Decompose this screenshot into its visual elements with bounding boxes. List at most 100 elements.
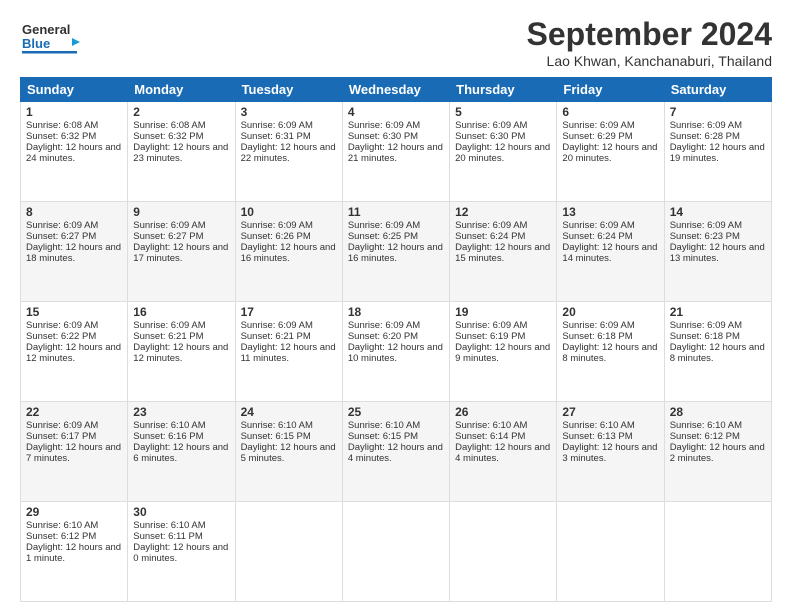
calendar-cell: 20Sunrise: 6:09 AMSunset: 6:18 PMDayligh… (557, 302, 664, 402)
weekday-header-monday: Monday (128, 78, 235, 102)
weekday-header-sunday: Sunday (21, 78, 128, 102)
sunrise-text: Sunrise: 6:08 AM (133, 120, 205, 131)
day-number: 30 (133, 505, 229, 519)
sunset-text: Sunset: 6:18 PM (670, 331, 740, 342)
month-year-title: September 2024 (527, 16, 772, 53)
daylight-text: Daylight: 12 hours and 15 minutes. (455, 242, 550, 264)
calendar-cell: 19Sunrise: 6:09 AMSunset: 6:19 PMDayligh… (450, 302, 557, 402)
day-number: 13 (562, 205, 658, 219)
day-number: 10 (241, 205, 337, 219)
calendar-cell: 1Sunrise: 6:08 AMSunset: 6:32 PMDaylight… (21, 102, 128, 202)
calendar-cell: 23Sunrise: 6:10 AMSunset: 6:16 PMDayligh… (128, 402, 235, 502)
sunset-text: Sunset: 6:21 PM (133, 331, 203, 342)
sunrise-text: Sunrise: 6:09 AM (455, 120, 527, 131)
calendar-cell: 8Sunrise: 6:09 AMSunset: 6:27 PMDaylight… (21, 202, 128, 302)
sunrise-text: Sunrise: 6:09 AM (670, 220, 742, 231)
sunset-text: Sunset: 6:29 PM (562, 131, 632, 142)
calendar-cell: 25Sunrise: 6:10 AMSunset: 6:15 PMDayligh… (342, 402, 449, 502)
day-number: 11 (348, 205, 444, 219)
day-number: 2 (133, 105, 229, 119)
day-number: 25 (348, 405, 444, 419)
daylight-text: Daylight: 12 hours and 16 minutes. (241, 242, 336, 264)
sunrise-text: Sunrise: 6:10 AM (133, 520, 205, 531)
sunset-text: Sunset: 6:28 PM (670, 131, 740, 142)
day-number: 21 (670, 305, 766, 319)
day-number: 9 (133, 205, 229, 219)
daylight-text: Daylight: 12 hours and 20 minutes. (562, 142, 657, 164)
sunrise-text: Sunrise: 6:09 AM (670, 120, 742, 131)
calendar-cell: 6Sunrise: 6:09 AMSunset: 6:29 PMDaylight… (557, 102, 664, 202)
calendar-cell: 14Sunrise: 6:09 AMSunset: 6:23 PMDayligh… (664, 202, 771, 302)
daylight-text: Daylight: 12 hours and 16 minutes. (348, 242, 443, 264)
sunrise-text: Sunrise: 6:10 AM (26, 520, 98, 531)
sunset-text: Sunset: 6:24 PM (455, 231, 525, 242)
sunrise-text: Sunrise: 6:09 AM (133, 220, 205, 231)
svg-text:General: General (22, 22, 70, 37)
day-number: 5 (455, 105, 551, 119)
sunset-text: Sunset: 6:27 PM (133, 231, 203, 242)
daylight-text: Daylight: 12 hours and 22 minutes. (241, 142, 336, 164)
calendar-cell: 12Sunrise: 6:09 AMSunset: 6:24 PMDayligh… (450, 202, 557, 302)
page-header: General Blue September 2024 Lao Khwan, K… (20, 16, 772, 69)
sunset-text: Sunset: 6:24 PM (562, 231, 632, 242)
sunset-text: Sunset: 6:12 PM (26, 531, 96, 542)
calendar-cell: 9Sunrise: 6:09 AMSunset: 6:27 PMDaylight… (128, 202, 235, 302)
weekday-header-thursday: Thursday (450, 78, 557, 102)
calendar-cell (235, 502, 342, 602)
calendar-cell: 4Sunrise: 6:09 AMSunset: 6:30 PMDaylight… (342, 102, 449, 202)
sunrise-text: Sunrise: 6:09 AM (241, 220, 313, 231)
sunset-text: Sunset: 6:21 PM (241, 331, 311, 342)
sunset-text: Sunset: 6:13 PM (562, 431, 632, 442)
calendar-cell: 15Sunrise: 6:09 AMSunset: 6:22 PMDayligh… (21, 302, 128, 402)
sunrise-text: Sunrise: 6:10 AM (562, 420, 634, 431)
sunset-text: Sunset: 6:20 PM (348, 331, 418, 342)
sunset-text: Sunset: 6:18 PM (562, 331, 632, 342)
sunset-text: Sunset: 6:15 PM (348, 431, 418, 442)
daylight-text: Daylight: 12 hours and 12 minutes. (26, 342, 121, 364)
day-number: 15 (26, 305, 122, 319)
day-number: 3 (241, 105, 337, 119)
daylight-text: Daylight: 12 hours and 10 minutes. (348, 342, 443, 364)
daylight-text: Daylight: 12 hours and 0 minutes. (133, 542, 228, 564)
day-number: 20 (562, 305, 658, 319)
weekday-header-friday: Friday (557, 78, 664, 102)
sunset-text: Sunset: 6:25 PM (348, 231, 418, 242)
daylight-text: Daylight: 12 hours and 2 minutes. (670, 442, 765, 464)
daylight-text: Daylight: 12 hours and 8 minutes. (670, 342, 765, 364)
day-number: 27 (562, 405, 658, 419)
day-number: 23 (133, 405, 229, 419)
daylight-text: Daylight: 12 hours and 23 minutes. (133, 142, 228, 164)
weekday-header-saturday: Saturday (664, 78, 771, 102)
daylight-text: Daylight: 12 hours and 4 minutes. (455, 442, 550, 464)
daylight-text: Daylight: 12 hours and 5 minutes. (241, 442, 336, 464)
sunset-text: Sunset: 6:11 PM (133, 531, 203, 542)
daylight-text: Daylight: 12 hours and 24 minutes. (26, 142, 121, 164)
calendar-cell: 18Sunrise: 6:09 AMSunset: 6:20 PMDayligh… (342, 302, 449, 402)
sunset-text: Sunset: 6:15 PM (241, 431, 311, 442)
day-number: 12 (455, 205, 551, 219)
sunrise-text: Sunrise: 6:09 AM (455, 220, 527, 231)
daylight-text: Daylight: 12 hours and 13 minutes. (670, 242, 765, 264)
calendar-cell: 10Sunrise: 6:09 AMSunset: 6:26 PMDayligh… (235, 202, 342, 302)
sunrise-text: Sunrise: 6:09 AM (26, 320, 98, 331)
calendar-cell (557, 502, 664, 602)
calendar-cell: 7Sunrise: 6:09 AMSunset: 6:28 PMDaylight… (664, 102, 771, 202)
day-number: 8 (26, 205, 122, 219)
weekday-header-tuesday: Tuesday (235, 78, 342, 102)
daylight-text: Daylight: 12 hours and 8 minutes. (562, 342, 657, 364)
day-number: 26 (455, 405, 551, 419)
sunset-text: Sunset: 6:19 PM (455, 331, 525, 342)
daylight-text: Daylight: 12 hours and 1 minute. (26, 542, 121, 564)
daylight-text: Daylight: 12 hours and 7 minutes. (26, 442, 121, 464)
calendar-cell (450, 502, 557, 602)
daylight-text: Daylight: 12 hours and 9 minutes. (455, 342, 550, 364)
sunrise-text: Sunrise: 6:10 AM (670, 420, 742, 431)
calendar-cell: 28Sunrise: 6:10 AMSunset: 6:12 PMDayligh… (664, 402, 771, 502)
day-number: 19 (455, 305, 551, 319)
sunset-text: Sunset: 6:32 PM (26, 131, 96, 142)
sunrise-text: Sunrise: 6:09 AM (26, 220, 98, 231)
sunrise-text: Sunrise: 6:10 AM (241, 420, 313, 431)
title-block: September 2024 Lao Khwan, Kanchanaburi, … (527, 16, 772, 69)
day-number: 22 (26, 405, 122, 419)
calendar-cell (342, 502, 449, 602)
